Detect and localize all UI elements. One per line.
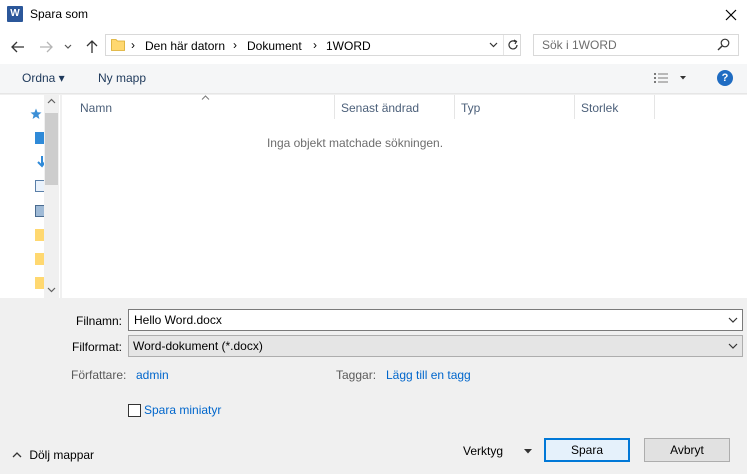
- chevron-down-icon: [489, 42, 497, 48]
- back-button[interactable]: [8, 37, 28, 57]
- refresh-icon: [508, 39, 518, 50]
- recent-locations-button[interactable]: [61, 37, 75, 57]
- format-label: Filformat:: [72, 340, 123, 354]
- save-thumbnail-checkbox[interactable]: [128, 404, 141, 417]
- scroll-down-icon[interactable]: [47, 287, 56, 293]
- breadcrumb-documents[interactable]: Dokument: [247, 39, 302, 53]
- breadcrumb-this-pc[interactable]: Den här datorn: [145, 39, 225, 53]
- hide-folders-button[interactable]: Dölj mappar: [12, 447, 94, 462]
- cancel-button[interactable]: Avbryt: [644, 438, 730, 462]
- forward-button[interactable]: [36, 37, 56, 57]
- search-box[interactable]: [533, 34, 739, 56]
- tags-label: Taggar:: [336, 368, 377, 382]
- scrollbar-thumb[interactable]: [45, 113, 58, 185]
- save-button[interactable]: Spara: [544, 438, 630, 462]
- chevron-down-icon: [64, 44, 72, 49]
- arrow-up-icon: [86, 40, 98, 53]
- save-thumbnail-label[interactable]: Spara miniatyr: [144, 403, 221, 417]
- column-divider[interactable]: [574, 95, 575, 119]
- filename-combobox[interactable]: [128, 309, 743, 331]
- file-format-value: Word-dokument (*.docx): [133, 339, 263, 353]
- address-bar[interactable]: › Den här datorn › Dokument › 1WORD: [105, 34, 521, 56]
- details-view-icon: [654, 73, 686, 83]
- scroll-up-icon[interactable]: [47, 98, 56, 104]
- column-header-size[interactable]: Storlek: [581, 101, 618, 115]
- search-input[interactable]: [542, 37, 712, 53]
- breadcrumb-separator[interactable]: ›: [233, 38, 237, 52]
- hide-folders-label: Dölj mappar: [29, 447, 95, 462]
- file-format-select[interactable]: Word-dokument (*.docx): [128, 335, 743, 357]
- quick-access-star-icon[interactable]: [30, 108, 42, 120]
- change-view-button[interactable]: [654, 72, 690, 87]
- breadcrumb-1word[interactable]: 1WORD: [326, 39, 371, 53]
- filename-input[interactable]: [134, 312, 719, 328]
- column-divider[interactable]: [654, 95, 655, 119]
- search-icon[interactable]: [717, 38, 730, 51]
- add-tag-link[interactable]: Lägg till en tagg: [386, 368, 471, 382]
- column-divider[interactable]: [334, 95, 335, 119]
- author-label: Författare:: [71, 368, 127, 382]
- empty-list-message: Inga objekt matchade sökningen.: [266, 136, 444, 150]
- column-header-date-modified[interactable]: Senast ändrad: [341, 101, 419, 115]
- arrow-left-icon: [11, 41, 24, 53]
- help-icon[interactable]: ?: [717, 70, 733, 86]
- chevron-down-icon: [728, 343, 738, 349]
- author-value[interactable]: admin: [136, 368, 169, 382]
- new-folder-button[interactable]: Ny mapp: [98, 71, 146, 85]
- file-list[interactable]: Namn Senast ändrad Typ Storlek Inga obje…: [62, 95, 747, 298]
- tools-dropdown-button[interactable]: Verktyg: [463, 444, 533, 458]
- filename-label: Filnamn:: [76, 314, 123, 328]
- refresh-button[interactable]: [503, 35, 522, 55]
- chevron-down-icon[interactable]: [727, 313, 739, 327]
- chevron-up-icon: [12, 452, 22, 458]
- breadcrumb-separator: ›: [131, 38, 135, 52]
- close-button[interactable]: [715, 0, 747, 30]
- column-header-type[interactable]: Typ: [461, 101, 480, 115]
- up-button[interactable]: [82, 37, 102, 57]
- arrow-right-icon: [40, 41, 53, 53]
- folder-icon: [111, 39, 125, 51]
- window-title: Spara som: [30, 7, 89, 21]
- title-bar: W Spara som: [0, 0, 747, 30]
- address-dropdown-button[interactable]: [485, 35, 501, 55]
- tools-label: Verktyg: [463, 444, 504, 458]
- caret-down-icon: [524, 449, 533, 454]
- column-header-name[interactable]: Namn: [80, 101, 112, 115]
- sort-ascending-icon: [201, 95, 210, 100]
- breadcrumb-separator[interactable]: ›: [313, 38, 317, 52]
- command-toolbar: Ordna ▾ Ny mapp ?: [0, 64, 747, 94]
- word-app-icon: W: [7, 6, 23, 22]
- organize-button[interactable]: Ordna ▾: [22, 71, 65, 85]
- close-icon: [725, 9, 737, 21]
- column-divider[interactable]: [454, 95, 455, 119]
